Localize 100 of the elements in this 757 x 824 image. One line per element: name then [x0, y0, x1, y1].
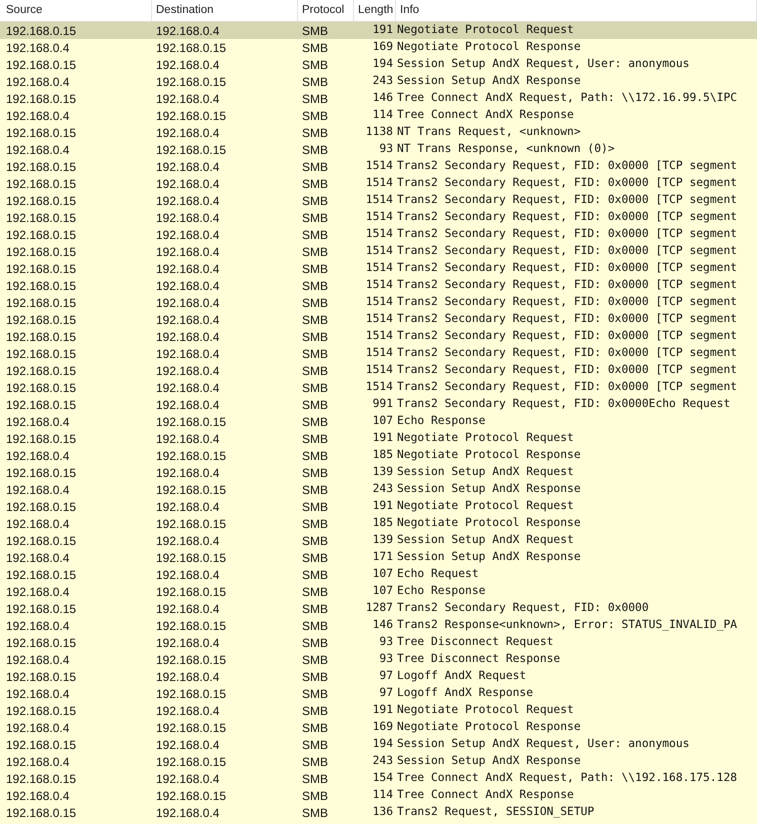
table-cell-text: 114 — [372, 107, 394, 124]
table-cell-text: 192.168.0.15 — [5, 90, 78, 108]
table-cell-text: SMB — [301, 600, 330, 618]
table-cell-text: 192.168.0.15 — [5, 702, 78, 720]
table-cell-text: 192.168.0.15 — [5, 634, 78, 652]
table-cell-text: SMB — [301, 702, 330, 720]
table-cell-text: 192.168.0.15 — [155, 754, 228, 770]
table-cell-text: 192.168.0.4 — [155, 56, 220, 74]
table-cell-text: 192.168.0.15 — [5, 346, 78, 362]
table-cell-text: 192.168.0.4 — [155, 498, 220, 516]
table-cell-text: 192.168.0.15 — [5, 22, 78, 40]
table-cell-text: 192.168.0.15 — [5, 804, 78, 822]
table-cell-text: Echo Response — [396, 413, 486, 430]
table-cell-text: 192.168.0.15 — [5, 210, 78, 226]
packet-row[interactable]: 192.168.0.15 192.168.0.4 SMB 191 Negotiate Protocol Request — [0, 22, 757, 39]
table-cell-text: 192.168.0.4 — [5, 788, 70, 804]
table-cell-text: 991 — [372, 396, 394, 412]
table-cell-text: 192.168.0.15 — [155, 584, 228, 600]
table-cell-text: 192.168.0.4 — [5, 414, 70, 430]
table-cell-text: SMB — [301, 158, 330, 176]
table-cell-text: 192.168.0.15 — [5, 294, 78, 312]
table-cell-text: SMB — [301, 618, 330, 634]
table-cell-text: Tree Connect AndX Request, Path: \\172.16.99.5\IPC — [396, 90, 738, 106]
table-cell-text: 192.168.0.4 — [155, 244, 220, 260]
table-cell-text: 192.168.0.4 — [155, 566, 220, 584]
table-cell-text: SMB — [301, 90, 330, 108]
column-header[interactable]: Length — [354, 0, 396, 21]
table-cell-text: 191 — [372, 22, 394, 38]
table-cell-text: 1138 — [364, 124, 394, 140]
table-cell-text: Trans2 Secondary Request, FID: 0x0000 [TCP segment — [396, 226, 738, 242]
table-cell-text: Tree Disconnect Response — [396, 651, 560, 668]
table-cell-text: 192.168.0.4 — [155, 226, 220, 244]
table-cell-text: 192.168.0.15 — [155, 550, 228, 566]
table-cell-text: Trans2 Secondary Request, FID: 0x0000 [TCP segment — [396, 294, 738, 310]
table-cell-text: 192.168.0.15 — [5, 176, 78, 192]
table-cell-text: 192.168.0.15 — [5, 244, 78, 260]
table-cell-text: Trans2 Secondary Request, FID: 0x0000Echo Request — [396, 396, 730, 412]
table-cell-text: Echo Request — [396, 566, 479, 582]
table-cell-text: 192.168.0.4 — [5, 40, 70, 56]
table-cell-text: Trans2 Secondary Request, FID: 0x0000 [TCP segment — [396, 243, 738, 260]
table-cell-text: SMB — [301, 22, 330, 40]
table-cell-text: 192.168.0.15 — [155, 414, 228, 430]
table-cell-text: 192.168.0.4 — [5, 720, 70, 736]
table-cell-text: 192.168.0.15 — [155, 618, 228, 634]
table-cell-text: 192.168.0.15 — [5, 668, 78, 686]
table-cell-text: 139 — [372, 532, 394, 548]
table-cell-text: Session Setup AndX Request, User: anonymous — [396, 56, 690, 72]
column-header[interactable]: Destination — [152, 0, 298, 21]
table-cell-text: 114 — [372, 787, 394, 804]
table-cell-text: 192.168.0.4 — [155, 210, 220, 226]
table-cell-text: SMB — [301, 414, 330, 430]
table-cell-text: 192.168.0.15 — [5, 362, 78, 380]
table-cell-text: 192.168.0.15 — [5, 498, 78, 516]
table-cell-text: 192.168.0.15 — [155, 142, 228, 158]
table-cell-text: 1287 — [364, 600, 394, 616]
table-cell-text: SMB — [301, 396, 330, 414]
table-cell-text: Echo Response — [396, 583, 486, 600]
column-header[interactable]: Protocol — [298, 0, 354, 21]
table-cell-text: SMB — [301, 736, 330, 754]
table-cell-text: 192.168.0.4 — [5, 584, 70, 600]
table-cell-text: SMB — [301, 498, 330, 516]
table-cell-text: SMB — [301, 226, 330, 244]
table-cell-text: SMB — [301, 482, 330, 498]
table-cell-text: Trans2 Secondary Request, FID: 0x0000 [TCP segment — [396, 158, 738, 174]
table-cell-text: SMB — [301, 720, 330, 736]
table-cell-text: 192.168.0.4 — [5, 482, 70, 498]
column-header[interactable]: Source — [0, 0, 152, 21]
table-cell-text: NT Trans Request, <unknown> — [396, 124, 581, 140]
table-cell-text: 192.168.0.4 — [155, 464, 220, 482]
table-cell-text: 192.168.0.4 — [155, 346, 220, 362]
table-cell-text: 192.168.0.15 — [155, 108, 228, 124]
table-cell-text: SMB — [301, 312, 330, 328]
table-cell-text: 192.168.0.15 — [5, 56, 78, 74]
table-cell-text: 192.168.0.4 — [155, 192, 220, 210]
table-cell-text: 97 — [378, 668, 394, 684]
table-cell-text: 192.168.0.4 — [155, 328, 220, 346]
table-cell-text: SMB — [301, 686, 330, 702]
table-cell-text: 192.168.0.4 — [155, 804, 220, 822]
table-cell-text: 192.168.0.4 — [155, 702, 220, 720]
table-cell-text: 243 — [372, 73, 394, 90]
table-cell-text: 1514 — [364, 209, 394, 226]
table-cell-text: 192.168.0.4 — [5, 618, 70, 634]
table-cell-text: Negotiate Protocol Request — [396, 498, 574, 514]
table-cell-text: 192.168.0.15 — [5, 158, 78, 176]
table-cell-text: 192.168.0.4 — [5, 108, 70, 124]
table-cell-text: 192.168.0.4 — [155, 278, 220, 294]
table-cell-text: 136 — [372, 804, 394, 820]
table-cell-text: 192.168.0.4 — [5, 74, 70, 90]
table-cell-text: Negotiate Protocol Request — [396, 22, 574, 38]
table-cell-text: 192.168.0.4 — [5, 754, 70, 770]
table-cell-text: 192.168.0.4 — [155, 634, 220, 652]
table-cell-text: 192.168.0.15 — [5, 278, 78, 294]
table-cell-text: Trans2 Secondary Request, FID: 0x0000 [TCP segment — [396, 209, 738, 226]
table-cell-text: 93 — [378, 141, 394, 158]
table-cell-text: 1514 — [364, 175, 394, 192]
table-cell-text: 194 — [372, 56, 394, 72]
table-cell-text: Negotiate Protocol Response — [396, 447, 581, 464]
column-header[interactable]: Info — [396, 0, 757, 21]
table-cell-text: 192.168.0.15 — [155, 40, 228, 56]
table-cell-text: SMB — [301, 448, 330, 464]
